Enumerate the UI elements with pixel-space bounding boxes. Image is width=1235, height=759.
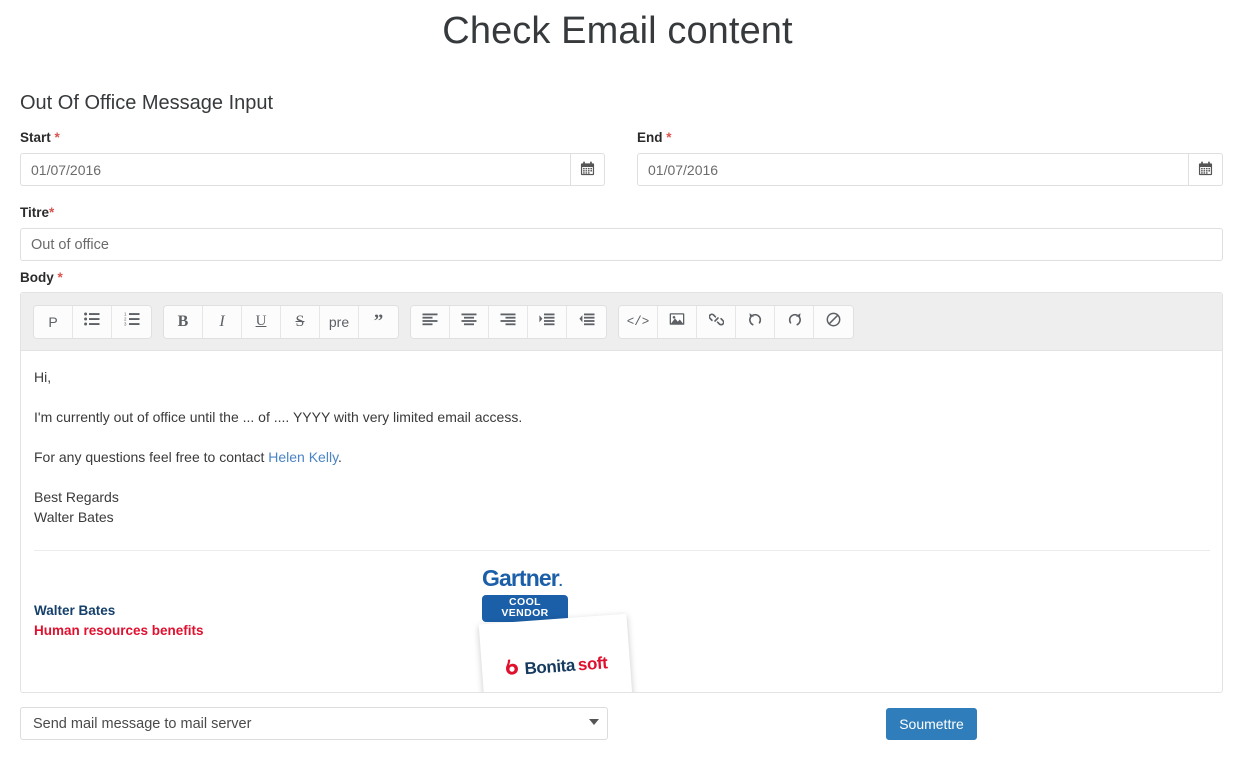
editor-closing-line-1: Best Regards <box>34 487 1210 507</box>
section-heading: Out Of Office Message Input <box>20 90 273 116</box>
toolbar-group-inline-styles: B I U S pre ” <box>163 305 399 339</box>
toolbar-group-paragraph: P <box>33 305 152 339</box>
undo-icon <box>748 312 763 332</box>
action-select[interactable]: Send mail message to mail server <box>20 707 608 740</box>
end-calendar-button[interactable] <box>1188 153 1223 186</box>
gartner-registered-dot: . <box>559 573 562 589</box>
blockquote-button[interactable]: ” <box>359 306 398 338</box>
redo-icon <box>787 312 802 332</box>
align-center-button[interactable] <box>450 306 489 338</box>
start-date-input[interactable] <box>20 153 570 186</box>
bold-icon: B <box>178 313 189 331</box>
paragraph-format-button[interactable]: P <box>34 306 73 338</box>
start-date-group <box>20 153 605 186</box>
toolbar-group-insert: </> <box>618 305 854 339</box>
quote-icon: ” <box>374 312 384 331</box>
insert-image-button[interactable] <box>658 306 697 338</box>
bonitasoft-logo: Bonitasoft <box>504 651 608 681</box>
clear-formatting-icon <box>826 312 841 332</box>
editor-toolbar: P <box>21 293 1222 351</box>
editor-greeting: Hi, <box>34 367 1210 387</box>
email-signature-block: Walter Bates Human resources benefits Ga… <box>34 551 1210 693</box>
body-field-label: Body * <box>20 269 63 287</box>
toolbar-group-alignment <box>410 305 607 339</box>
align-left-button[interactable] <box>411 306 450 338</box>
underline-icon: U <box>256 313 267 330</box>
outdent-button[interactable] <box>567 306 606 338</box>
bold-button[interactable]: B <box>164 306 203 338</box>
insert-image-icon <box>669 312 685 331</box>
end-label-text: End <box>637 130 663 145</box>
insert-link-button[interactable] <box>697 306 736 338</box>
end-date-input[interactable] <box>637 153 1188 186</box>
rich-text-editor: P <box>20 292 1223 693</box>
start-calendar-button[interactable] <box>570 153 605 186</box>
code-view-button[interactable]: </> <box>619 306 658 338</box>
redo-button[interactable] <box>775 306 814 338</box>
calendar-icon <box>1198 161 1213 179</box>
insert-link-icon <box>709 312 724 332</box>
editor-closing-line-2: Walter Bates <box>34 507 1210 527</box>
end-required-mark: * <box>666 130 671 145</box>
italic-button[interactable]: I <box>203 306 242 338</box>
indent-button[interactable] <box>528 306 567 338</box>
undo-button[interactable] <box>736 306 775 338</box>
bonitasoft-mark-icon <box>504 658 523 682</box>
signature-role: Human resources benefits <box>34 621 204 641</box>
editor-content-area[interactable]: Hi, I'm currently out of office until th… <box>21 351 1222 693</box>
preformatted-button[interactable]: pre <box>320 306 359 338</box>
start-required-mark: * <box>55 130 60 145</box>
titre-required-mark: * <box>49 205 54 220</box>
end-date-group <box>637 153 1223 186</box>
ordered-list-button[interactable]: 1 2 3 <box>112 306 151 338</box>
svg-text:3: 3 <box>124 321 127 326</box>
gartner-cool-vendor-logo: Gartner. COOL VENDOR <box>482 566 568 622</box>
strikethrough-button[interactable]: S <box>281 306 320 338</box>
submit-button[interactable]: Soumettre <box>886 708 977 740</box>
signature-name: Walter Bates <box>34 601 115 621</box>
clear-formatting-button[interactable] <box>814 306 853 338</box>
bonitasoft-word-soft: soft <box>577 653 608 675</box>
page-root: Check Email content Out Of Office Messag… <box>0 0 1235 759</box>
helen-kelly-link[interactable]: Helen Kelly <box>268 449 338 465</box>
bonitasoft-word-bonita: Bonita <box>524 655 576 679</box>
indent-icon <box>539 313 555 331</box>
start-field-label: Start * <box>20 129 60 147</box>
align-center-icon <box>461 313 477 331</box>
body-label-text: Body <box>20 270 54 285</box>
titre-input[interactable] <box>20 228 1223 261</box>
italic-icon: I <box>219 313 224 331</box>
unordered-list-button[interactable] <box>73 306 112 338</box>
end-field-label: End * <box>637 129 672 147</box>
align-right-icon <box>500 313 516 331</box>
editor-paragraph-2-prefix: For any questions feel free to contact <box>34 449 268 465</box>
unordered-list-icon <box>84 312 100 331</box>
gartner-word-text: Gartner <box>482 565 559 591</box>
titre-label-text: Titre <box>20 205 49 220</box>
action-select-wrapper: Send mail message to mail server <box>20 707 608 740</box>
align-left-icon <box>422 313 438 331</box>
editor-paragraph-1: I'm currently out of office until the ..… <box>34 407 1210 427</box>
editor-paragraph-2-suffix: . <box>338 449 342 465</box>
editor-paragraph-2: For any questions feel free to contact H… <box>34 447 1210 467</box>
strikethrough-icon: S <box>296 313 305 331</box>
page-title: Check Email content <box>0 8 1235 54</box>
start-label-text: Start <box>20 130 51 145</box>
underline-button[interactable]: U <box>242 306 281 338</box>
bonitasoft-logo-card: Bonitasoft <box>479 614 634 693</box>
calendar-icon <box>580 161 595 179</box>
gartner-wordmark: Gartner. <box>482 566 568 593</box>
align-right-button[interactable] <box>489 306 528 338</box>
outdent-icon <box>579 313 595 331</box>
titre-field-label: Titre* <box>20 204 54 222</box>
body-required-mark: * <box>58 270 63 285</box>
ordered-list-icon: 1 2 3 <box>124 312 140 331</box>
